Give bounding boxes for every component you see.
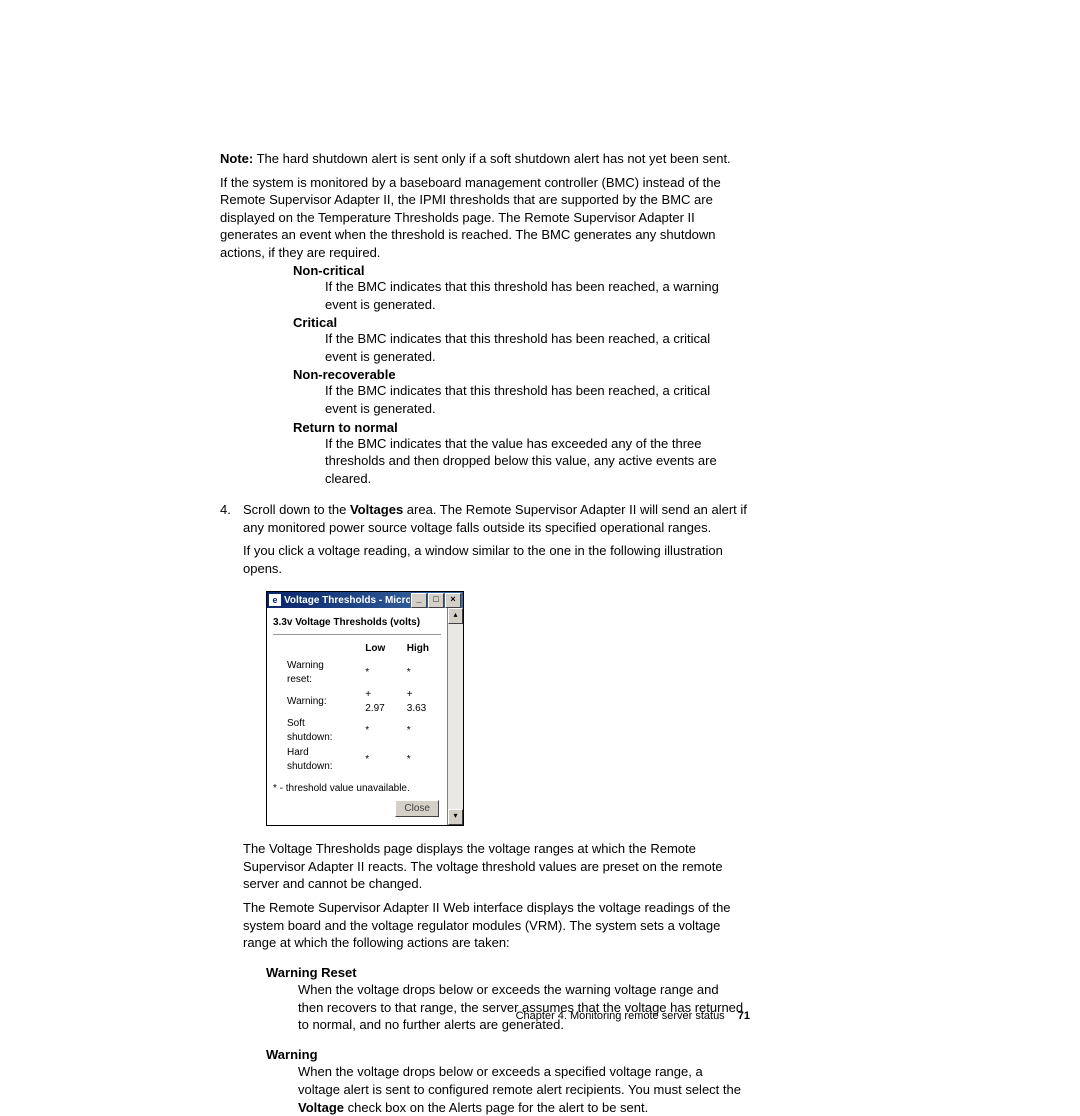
def-term-warning: Warning bbox=[266, 1046, 750, 1064]
def-term-nonrecoverable: Non-recoverable bbox=[293, 367, 750, 382]
def-term-noncritical: Non-critical bbox=[293, 263, 750, 278]
dialog-divider bbox=[273, 634, 441, 635]
def-desc-noncritical: If the BMC indicates that this threshold… bbox=[325, 278, 745, 313]
ie-icon: e bbox=[269, 594, 281, 606]
note-block: Note: The hard shutdown alert is sent on… bbox=[220, 150, 750, 168]
step4-para2: If you click a voltage reading, a window… bbox=[243, 542, 750, 577]
maximize-button[interactable]: □ bbox=[428, 593, 444, 608]
page-footer: Chapter 4. Monitoring remote server stat… bbox=[220, 1010, 750, 1022]
step4-text: Scroll down to the Voltages area. The Re… bbox=[243, 501, 750, 536]
dialog-scrollbar[interactable]: ▴ ▾ bbox=[447, 608, 463, 825]
def-desc-nonrecoverable: If the BMC indicates that this threshold… bbox=[325, 382, 745, 417]
after-dialog-p2: The Remote Supervisor Adapter II Web int… bbox=[243, 899, 750, 952]
bmc-paragraph: If the system is monitored by a baseboar… bbox=[220, 174, 750, 262]
voltage-table: Low High Warning reset: * * Warning: + 2… bbox=[273, 641, 441, 775]
close-x-button[interactable]: × bbox=[445, 593, 461, 608]
table-row: Hard shutdown: * * bbox=[273, 745, 441, 774]
dialog-titlebar: e Voltage Thresholds - Microsoft Intern.… bbox=[267, 592, 463, 608]
voltage-thresholds-dialog: e Voltage Thresholds - Microsoft Intern.… bbox=[266, 591, 464, 826]
def-desc-returnnormal: If the BMC indicates that the value has … bbox=[325, 435, 745, 488]
dialog-footnote: * - threshold value unavailable. bbox=[273, 782, 441, 796]
def-desc-warning: When the voltage drops below or exceeds … bbox=[298, 1063, 745, 1116]
col-low: Low bbox=[357, 641, 399, 659]
col-high: High bbox=[399, 641, 441, 659]
footer-chapter: Chapter 4. Monitoring remote server stat… bbox=[516, 1010, 725, 1022]
scroll-up-button[interactable]: ▴ bbox=[448, 608, 463, 624]
table-row: Soft shutdown: * * bbox=[273, 716, 441, 745]
def-term-critical: Critical bbox=[293, 315, 750, 330]
scroll-track[interactable] bbox=[448, 624, 463, 809]
note-text: The hard shutdown alert is sent only if … bbox=[257, 151, 731, 166]
scroll-down-button[interactable]: ▾ bbox=[448, 809, 463, 825]
def-term-returnnormal: Return to normal bbox=[293, 420, 750, 435]
footer-page-number: 71 bbox=[738, 1010, 750, 1022]
table-row: Warning: + 2.97 + 3.63 bbox=[273, 687, 441, 716]
threshold-definitions: Non-critical If the BMC indicates that t… bbox=[220, 263, 750, 487]
minimize-button[interactable]: _ bbox=[411, 593, 427, 608]
voltage-action-definitions: Warning Reset When the voltage drops bel… bbox=[243, 964, 750, 1116]
dialog-title: Voltage Thresholds - Microsoft Intern... bbox=[284, 594, 410, 608]
def-term-warningreset: Warning Reset bbox=[266, 964, 750, 982]
step-number-4: 4. bbox=[220, 501, 243, 1116]
table-row: Warning reset: * * bbox=[273, 658, 441, 687]
dialog-heading: 3.3v Voltage Thresholds (volts) bbox=[273, 616, 441, 630]
close-button[interactable]: Close bbox=[395, 800, 439, 818]
def-desc-critical: If the BMC indicates that this threshold… bbox=[325, 330, 745, 365]
note-label: Note: bbox=[220, 151, 253, 166]
after-dialog-p1: The Voltage Thresholds page displays the… bbox=[243, 840, 750, 893]
def-desc-warningreset: When the voltage drops below or exceeds … bbox=[298, 981, 745, 1034]
